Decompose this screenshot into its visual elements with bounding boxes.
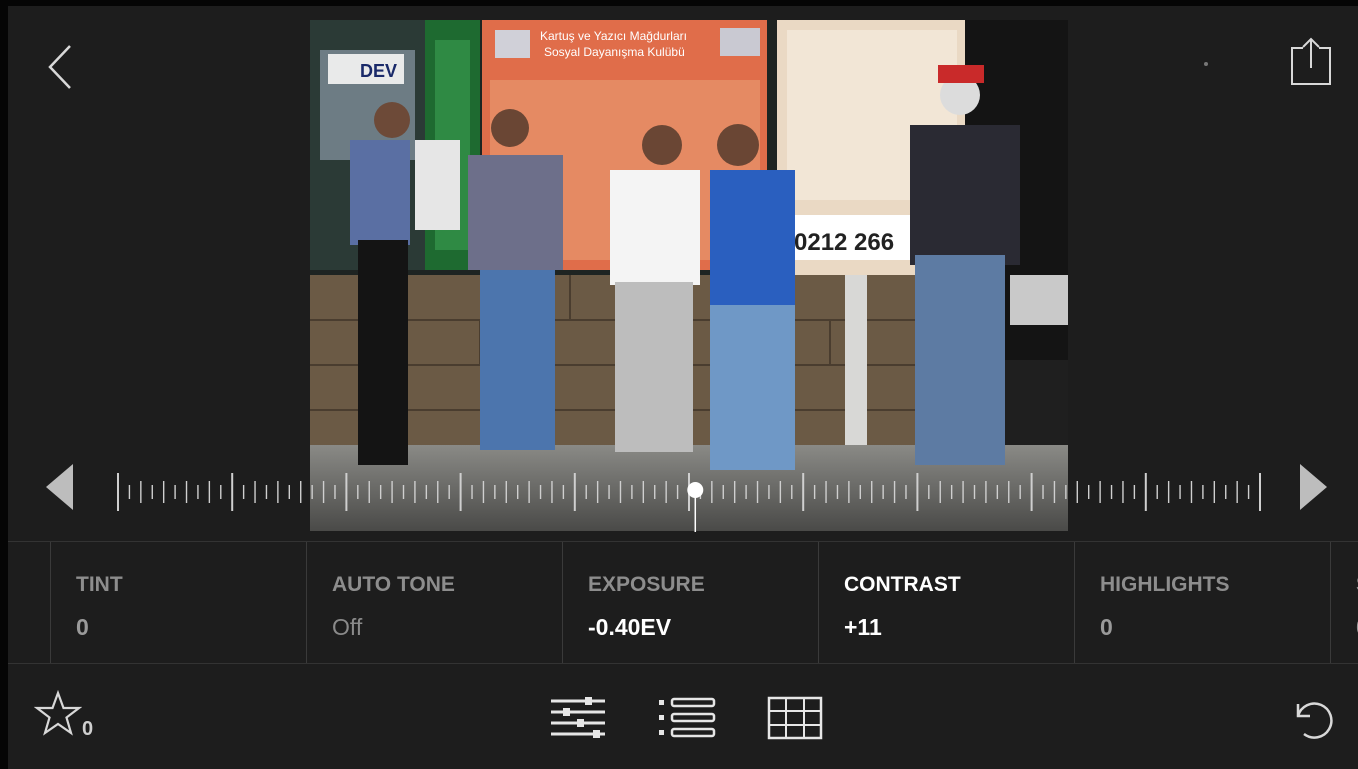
back-button[interactable] — [44, 42, 78, 92]
grid-crop-icon — [767, 696, 823, 740]
phone-number-text: 0212 266 — [794, 229, 894, 256]
slider-handle[interactable] — [687, 482, 704, 498]
adjust-label: AUTO TONE — [332, 573, 455, 596]
adjust-auto-tone[interactable]: AUTO TONE Off — [306, 542, 562, 663]
presets-button[interactable] — [658, 697, 716, 739]
adjustments-strip: TINT 0 AUTO TONE Off EXPOSURE -0.40EV CO… — [8, 541, 1358, 664]
adjust-value: -0.40EV — [588, 614, 672, 640]
undo-button[interactable] — [1290, 696, 1336, 740]
adjust-shadows[interactable]: S 0 — [1330, 542, 1358, 663]
slider-decrease-arrow[interactable] — [46, 464, 73, 510]
sign-title-2: Sosyal Dayanışma Kulübü — [544, 45, 685, 59]
shop-sign-text: DEV — [360, 61, 397, 81]
list-icon — [659, 697, 716, 738]
share-icon — [1291, 37, 1331, 85]
adjust-value: Off — [332, 614, 363, 640]
adjust-label: HIGHLIGHTS — [1100, 573, 1230, 596]
crop-button[interactable] — [766, 695, 824, 741]
adjust-tool-button[interactable] — [549, 695, 607, 739]
rating-button[interactable] — [33, 689, 83, 738]
status-dot — [1204, 62, 1208, 66]
sign-title-1: Kartuş ve Yazıcı Mağdurları — [540, 29, 687, 43]
sliders-icon — [551, 697, 605, 738]
adjust-label: TINT — [76, 573, 123, 596]
adjust-value: 0 — [1100, 614, 1113, 640]
adjust-label: EXPOSURE — [588, 573, 705, 596]
adjust-value: +11 — [844, 614, 882, 640]
star-outline-icon — [33, 689, 83, 736]
share-button[interactable] — [1286, 36, 1336, 88]
photo-editor-app: DEV Kartuş ve Yazıcı Mağdurları Sosyal D… — [8, 6, 1358, 769]
chevron-left-icon — [48, 45, 71, 89]
slider-increase-arrow[interactable] — [1300, 464, 1327, 510]
adjust-label: CONTRAST — [844, 573, 961, 596]
adjust-contrast[interactable]: CONTRAST +11 — [818, 542, 1074, 663]
adjust-tint[interactable]: TINT 0 — [50, 542, 306, 663]
adjust-value: 0 — [76, 614, 89, 640]
adjust-exposure[interactable]: EXPOSURE -0.40EV — [562, 542, 818, 663]
contrast-slider[interactable] — [8, 452, 1358, 532]
adjust-highlights[interactable]: HIGHLIGHTS 0 — [1074, 542, 1330, 663]
undo-icon — [1296, 702, 1333, 739]
rating-count: 0 — [82, 718, 94, 740]
